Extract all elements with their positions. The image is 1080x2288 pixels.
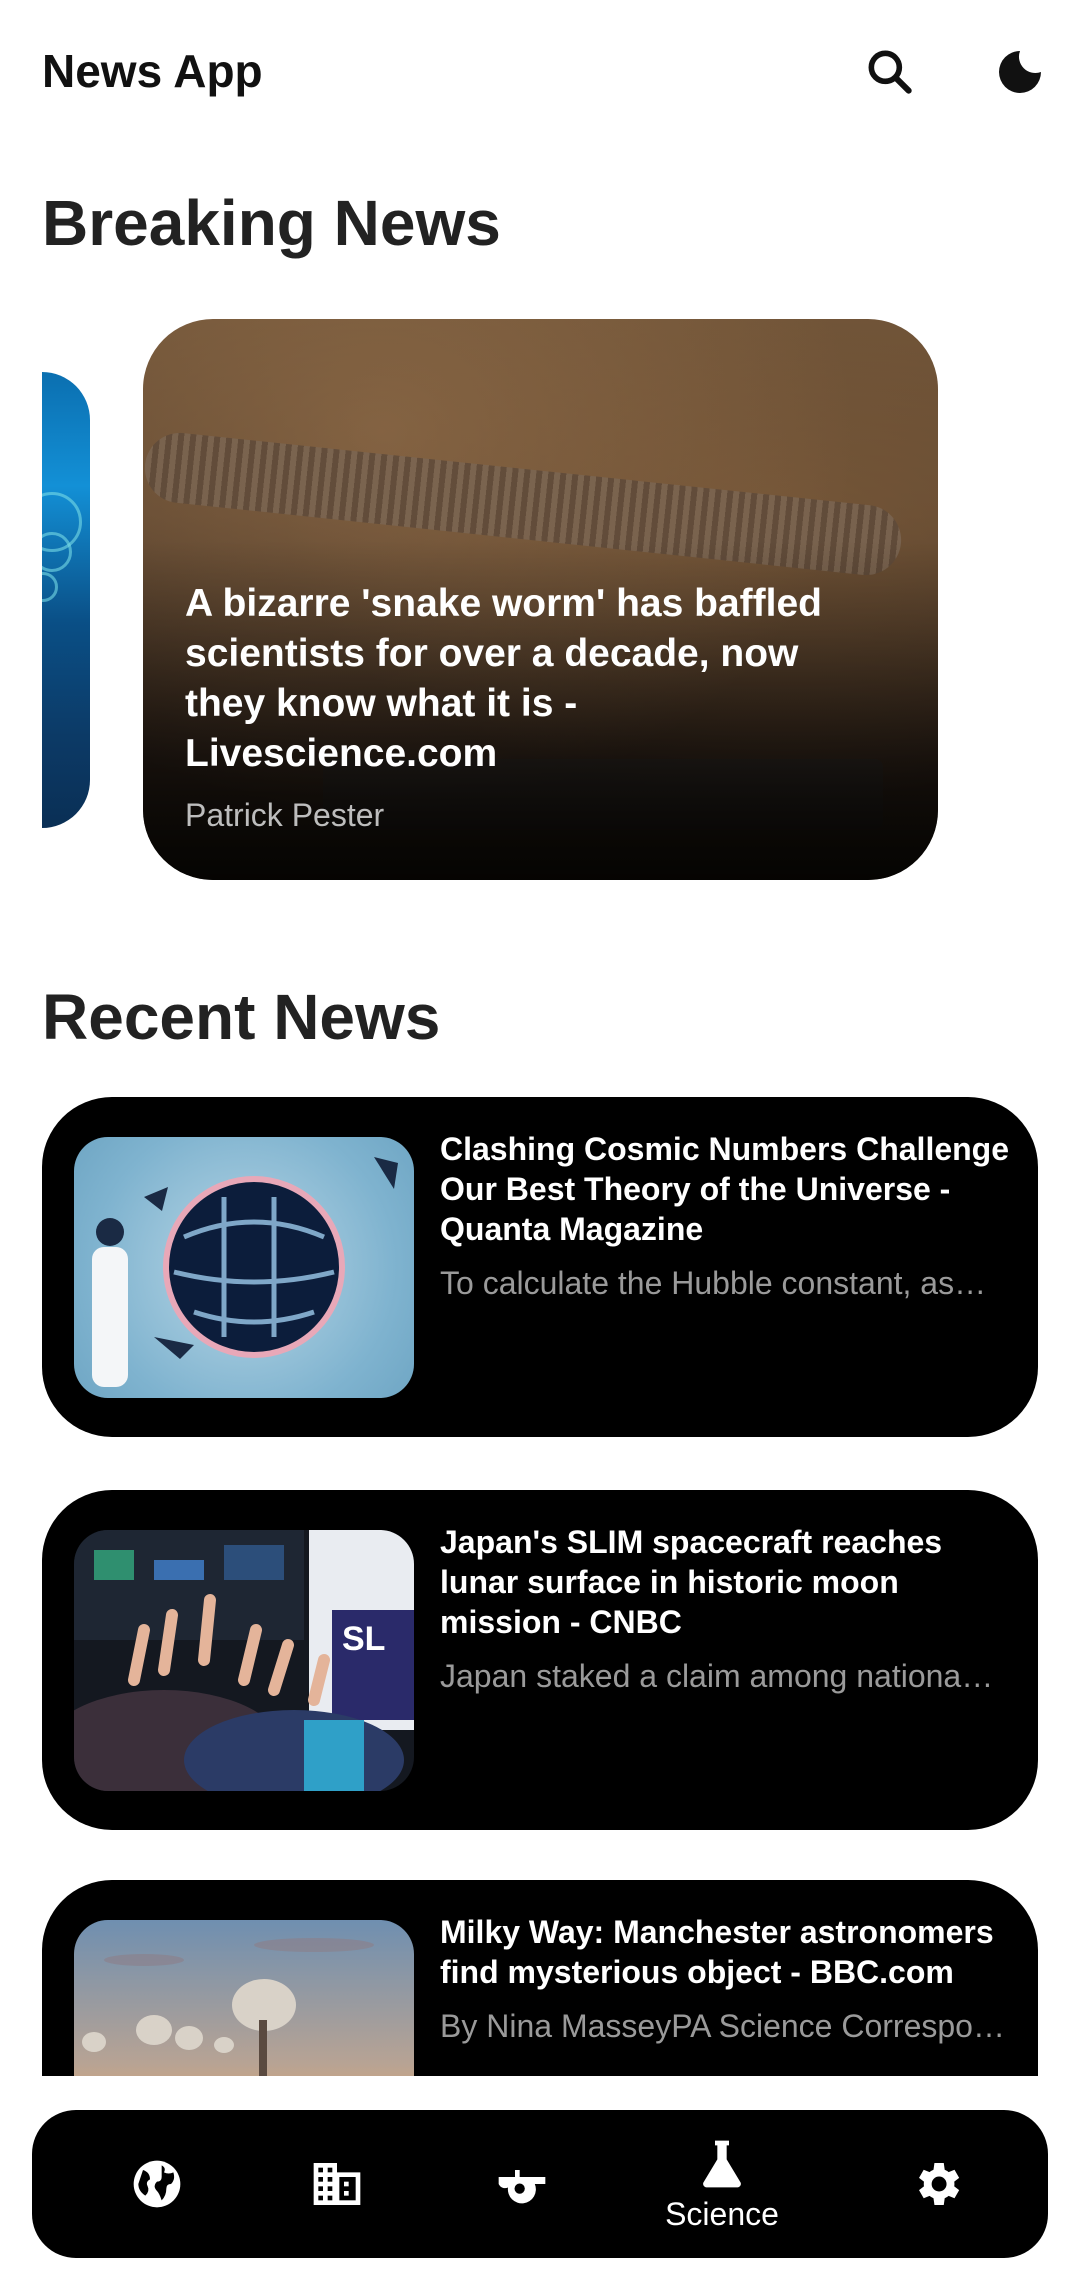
nav-item-sports[interactable] [457, 2110, 587, 2258]
bottom-navigation: Science [32, 2110, 1048, 2258]
news-title: Milky Way: Manchester astronomers find m… [440, 1914, 994, 1990]
news-description: To calculate the Hubble constant, as… [440, 1265, 987, 1301]
globe-icon [133, 2160, 181, 2208]
svg-text:SL: SL [342, 1620, 385, 1658]
news-title: Japan's SLIM spacecraft reaches lunar su… [440, 1524, 943, 1640]
breaking-news-author: Patrick Pester [185, 797, 385, 833]
news-thumbnail [74, 1920, 414, 2076]
nav-item-settings[interactable] [872, 2110, 1002, 2258]
news-card[interactable]: Clashing Cosmic Numbers Challenge Our Be… [42, 1097, 1038, 1437]
nav-item-world[interactable] [92, 2110, 222, 2258]
news-card[interactable]: SL Japan's SLIM spacecraft reaches lunar… [42, 1490, 1038, 1830]
app-title: News App [42, 45, 263, 97]
flask-icon [703, 2140, 741, 2187]
news-card[interactable]: Milky Way: Manchester astronomers find m… [42, 1880, 1038, 2076]
list-clip: Milky Way: Manchester astronomers find m… [0, 1880, 1080, 2076]
search-button[interactable] [858, 40, 922, 104]
news-thumbnail: SL [74, 1530, 414, 1791]
whistle-icon [498, 2170, 546, 2204]
moon-icon [999, 51, 1041, 93]
news-description: Japan staked a claim among nationa… [440, 1658, 994, 1694]
news-title: Clashing Cosmic Numbers Challenge Our Be… [440, 1131, 1010, 1247]
recent-news-heading: Recent News [42, 981, 441, 1053]
breaking-news-title: A bizarre 'snake worm' has baffled scien… [185, 582, 822, 775]
nav-item-science[interactable]: Science [632, 2110, 812, 2258]
nav-item-science-label: Science [665, 2195, 779, 2232]
theme-toggle-button[interactable] [988, 40, 1052, 104]
top-app-bar: News App [0, 0, 1080, 150]
gear-icon [919, 2163, 960, 2205]
nav-item-business[interactable] [272, 2110, 402, 2258]
news-thumbnail [74, 1137, 414, 1398]
building-icon [313, 2163, 361, 2205]
breaking-news-heading: Breaking News [42, 187, 501, 259]
previous-breaking-card[interactable] [42, 372, 90, 828]
breaking-news-card[interactable]: A bizarre 'snake worm' has baffled scien… [143, 319, 938, 880]
search-icon [868, 50, 912, 94]
news-description: By Nina MasseyPA Science Correspo… [440, 2008, 1005, 2044]
